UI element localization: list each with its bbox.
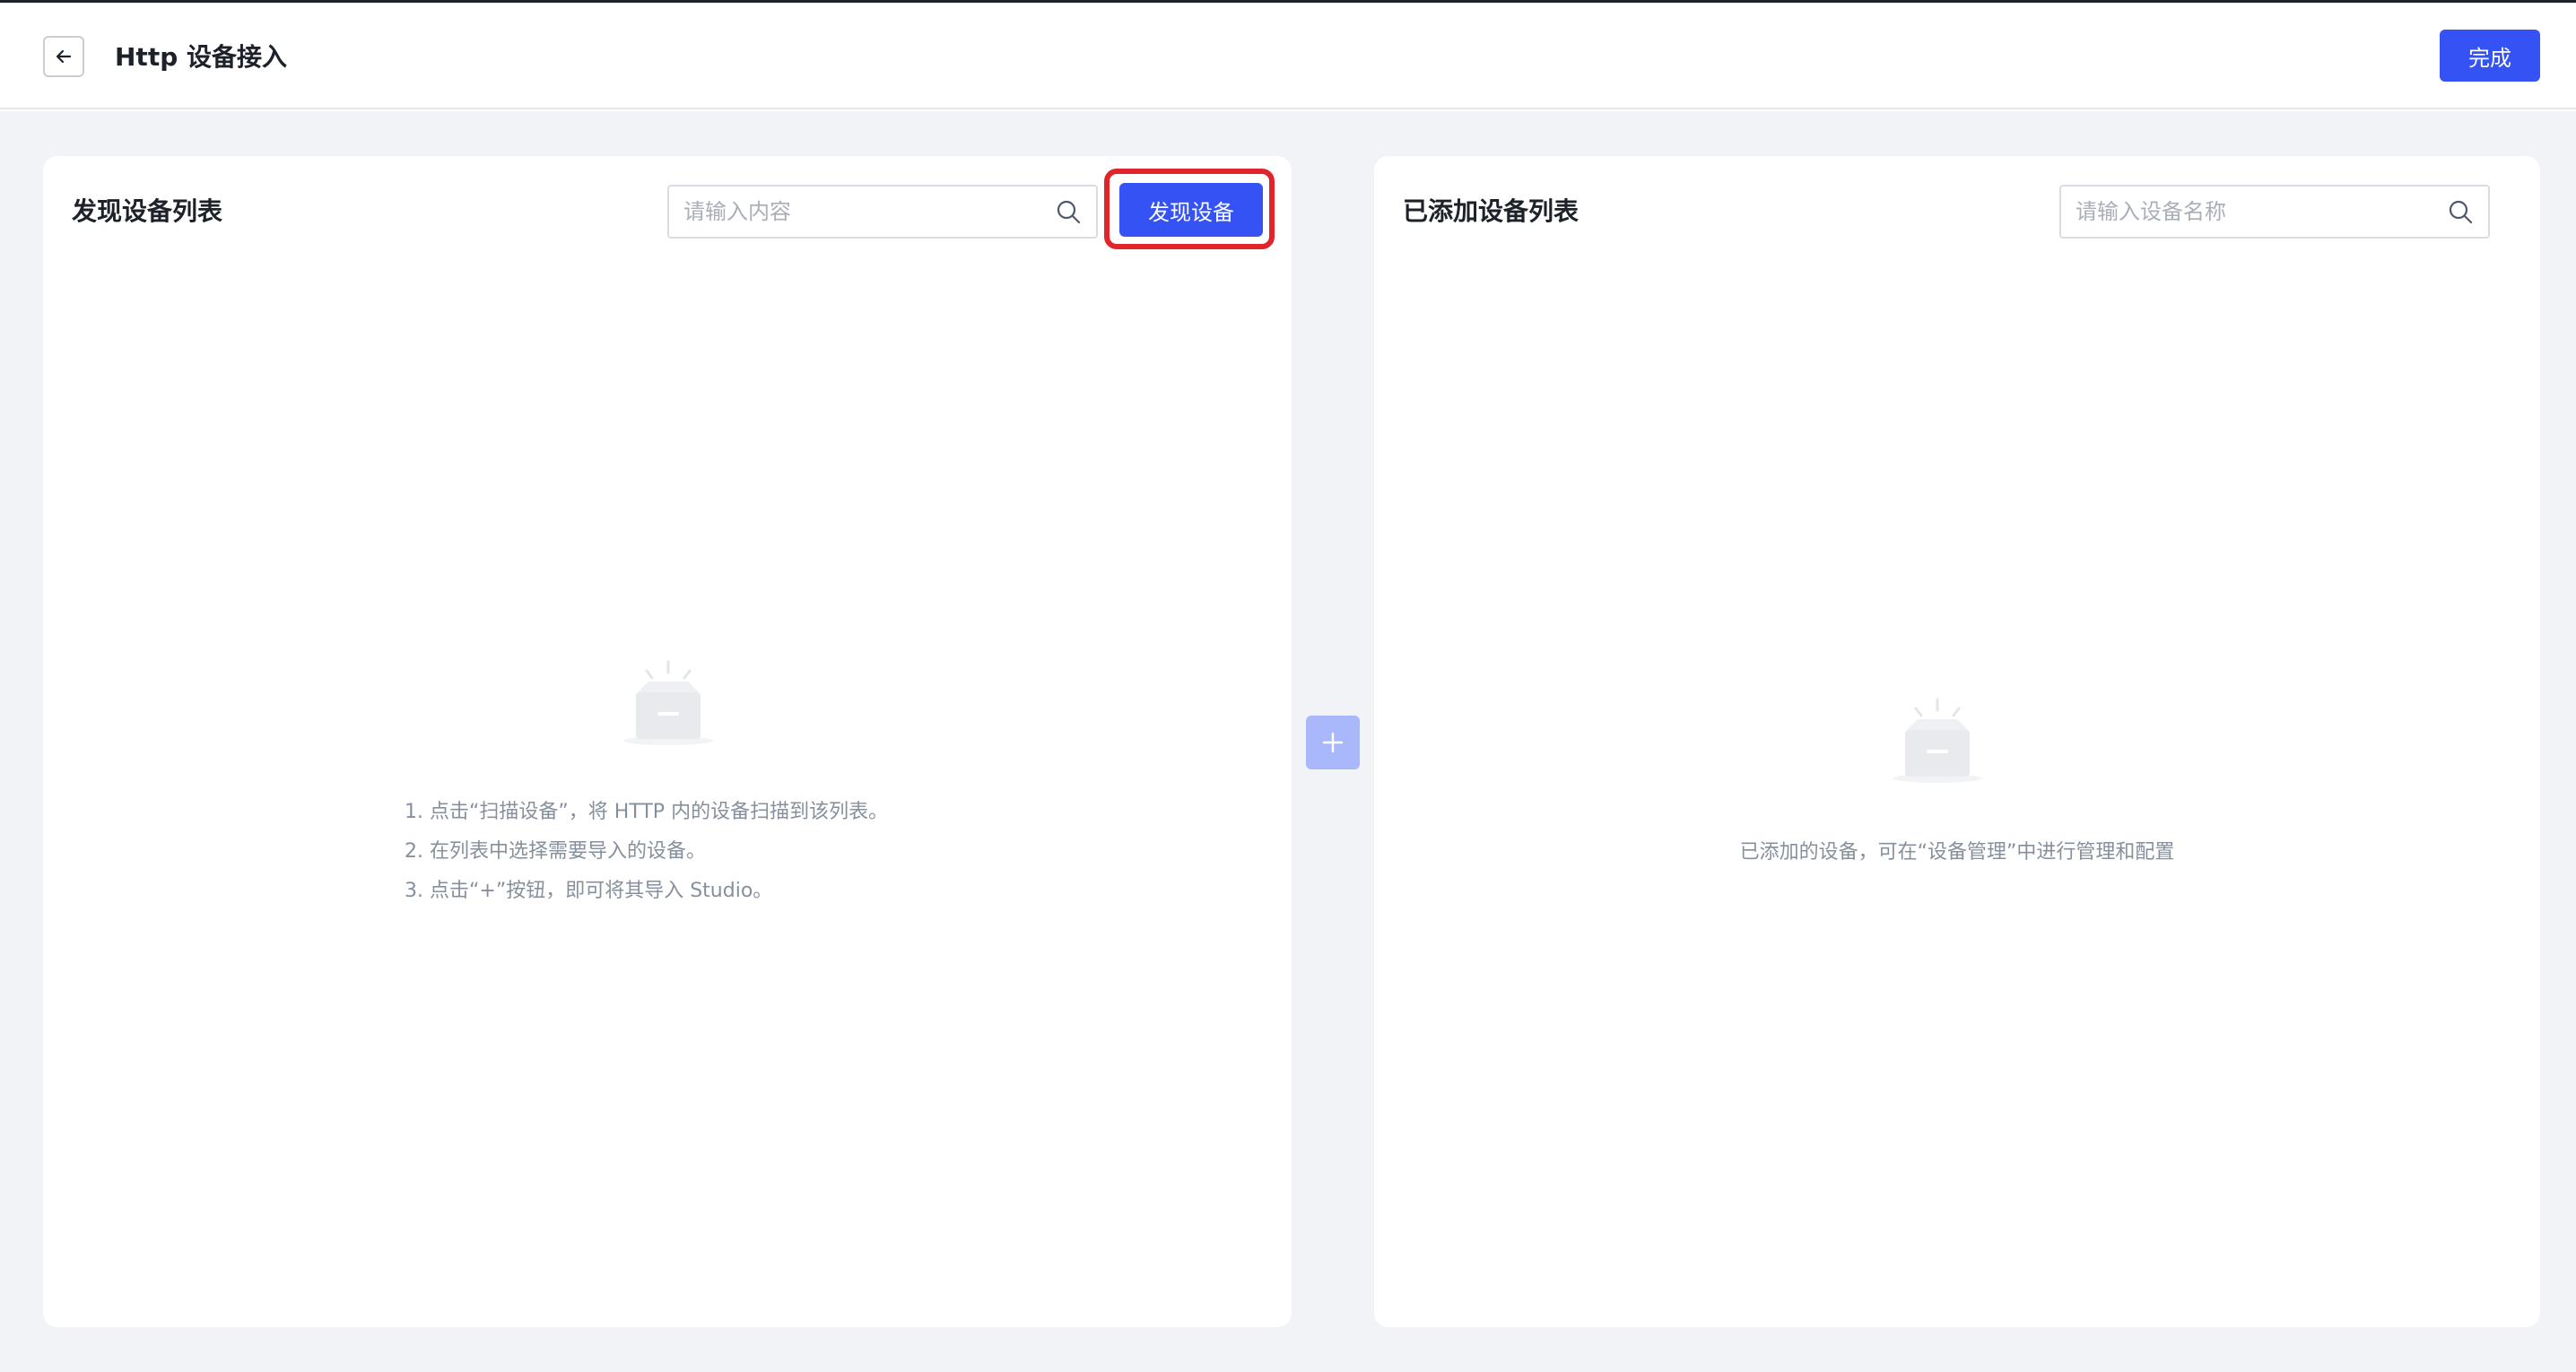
instruction-step: 1. 点击“扫描设备”，将 HTTP 内的设备扫描到该列表。 [405, 801, 889, 823]
added-panel-title: 已添加设备列表 [1403, 196, 1580, 226]
discover-device-button[interactable]: 发现设备 [1119, 183, 1263, 237]
discover-search-input[interactable] [669, 186, 1053, 238]
empty-box-icon [622, 655, 715, 751]
discover-instructions: 1. 点击“扫描设备”，将 HTTP 内的设备扫描到该列表。 2. 在列表中选择… [405, 793, 888, 911]
empty-box-icon [1891, 692, 1984, 789]
back-button[interactable] [43, 36, 84, 77]
page-title: Http 设备接入 [115, 42, 287, 72]
instruction-step: 3. 点击“+”按钮，即可将其导入 Studio。 [405, 880, 773, 902]
add-to-list-button[interactable] [1306, 716, 1360, 769]
window-top-edge [0, 0, 2576, 3]
instruction-step: 2. 在列表中选择需要导入的设备。 [405, 840, 706, 863]
done-button[interactable]: 完成 [2440, 30, 2540, 82]
added-search-input[interactable] [2061, 186, 2445, 238]
added-empty-text: 已添加的设备，可在“设备管理”中进行管理和配置 [1739, 841, 2175, 864]
search-icon[interactable] [2445, 196, 2476, 227]
discover-panel-title: 发现设备列表 [72, 196, 223, 226]
arrow-left-icon [56, 49, 72, 64]
discover-search-box [667, 185, 1098, 239]
search-icon[interactable] [1053, 196, 1083, 227]
plus-icon [1322, 732, 1344, 753]
discover-device-panel: 发现设备列表 发现设备 1. 点击“扫描设备”，将 HTTP 内的设备扫描到该列… [43, 156, 1292, 1327]
top-bar: Http 设备接入 完成 [0, 0, 2576, 109]
added-device-panel: 已添加设备列表 已添加的设备，可在“设备管理”中进行管理和配置 [1374, 156, 2540, 1327]
added-search-box [2059, 185, 2490, 239]
